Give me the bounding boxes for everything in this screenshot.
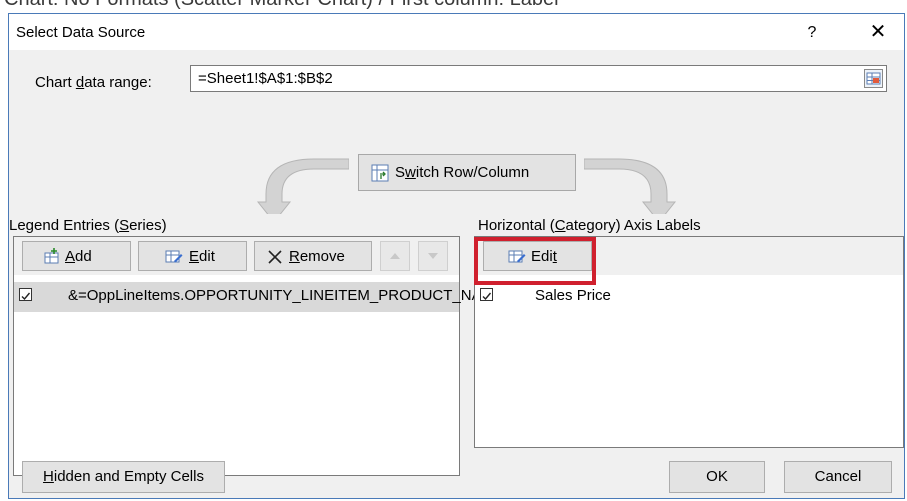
edit-series-label: Edit — [189, 248, 215, 265]
dialog-title: Select Data Source — [16, 24, 146, 41]
switch-row-column-button[interactable]: Switch Row/Column — [358, 154, 576, 191]
remove-series-button[interactable]: Remove — [254, 241, 372, 271]
add-icon — [44, 248, 59, 264]
list-item[interactable]: Sales Price — [475, 282, 903, 312]
edit-icon — [165, 250, 183, 263]
triangle-up-icon — [390, 253, 400, 259]
axis-label-text: Sales Price — [535, 287, 611, 304]
axis-labels-label: Horizontal (Category) Axis Labels — [478, 217, 701, 234]
legend-entries-list: &=OppLineItems.OPPORTUNITY_LINEITEM_PROD… — [14, 275, 504, 475]
series-name: &=OppLineItems.OPPORTUNITY_LINEITEM_PROD… — [68, 287, 505, 304]
remove-series-label: Remove — [289, 248, 345, 265]
background-caption: Chart: No Formats (Scatter Marker Chart)… — [0, 0, 907, 13]
add-series-button[interactable]: Add — [22, 241, 131, 271]
legend-entries-label: Legend Entries (Series) — [9, 217, 167, 234]
left-curved-arrow-icon — [256, 158, 349, 214]
select-data-source-dialog: Select Data Source ? ✕ Chart data range:… — [8, 13, 905, 499]
switch-row-column-icon — [371, 164, 389, 182]
close-button[interactable]: ✕ — [859, 18, 897, 46]
help-button[interactable]: ? — [797, 20, 827, 46]
move-down-button[interactable] — [418, 241, 448, 271]
right-curved-arrow-icon — [584, 158, 677, 214]
chart-data-range-input[interactable]: =Sheet1!$A$1:$B$2 — [190, 65, 887, 92]
title-bar: Select Data Source ? ✕ — [9, 14, 904, 50]
cancel-button[interactable]: Cancel — [784, 461, 892, 493]
chart-data-range-label: Chart data range: — [35, 74, 152, 91]
legend-entries-panel: Add Edit Remove &=OppLineItems.OPPORTUNI… — [13, 236, 504, 476]
move-up-button[interactable] — [380, 241, 410, 271]
chart-data-range-value: =Sheet1!$A$1:$B$2 — [198, 70, 333, 87]
edit-series-button[interactable]: Edit — [138, 241, 247, 271]
legend-toolbar: Add Edit Remove — [14, 237, 459, 275]
range-select-icon[interactable] — [864, 69, 883, 88]
highlight-box — [474, 237, 596, 285]
add-series-label: Add — [65, 248, 92, 265]
axis-label-checkbox[interactable] — [480, 288, 493, 301]
triangle-down-icon — [428, 253, 438, 259]
list-item[interactable]: &=OppLineItems.OPPORTUNITY_LINEITEM_PROD… — [14, 282, 504, 312]
hidden-empty-cells-button[interactable]: Hidden and Empty Cells — [22, 461, 225, 493]
series-checkbox[interactable] — [19, 288, 32, 301]
axis-labels-list: Sales Price — [475, 275, 903, 447]
caption-text: Chart: No Formats (Scatter Marker Chart)… — [4, 0, 559, 11]
ok-button[interactable]: OK — [669, 461, 765, 493]
switch-row-column-label: Switch Row/Column — [395, 164, 530, 181]
remove-x-icon — [268, 250, 282, 264]
